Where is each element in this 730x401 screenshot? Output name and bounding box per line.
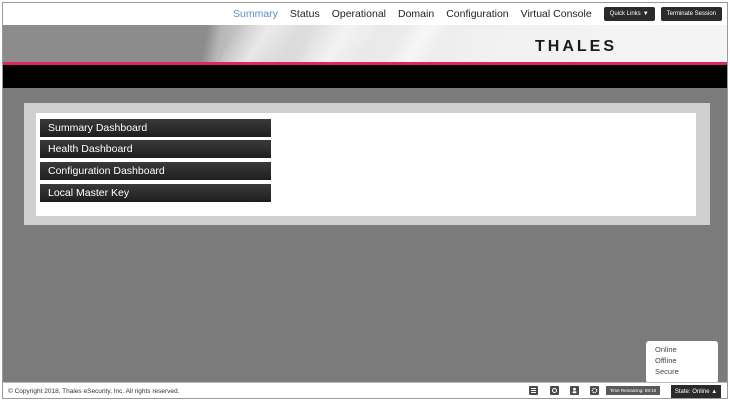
dashboard-menu: Summary Dashboard Health Dashboard Confi… xyxy=(36,113,696,216)
state-option-offline[interactable]: Offline xyxy=(655,355,718,366)
health-dashboard-button[interactable]: Health Dashboard xyxy=(40,140,271,158)
state-option-secure[interactable]: Secure xyxy=(655,366,718,377)
banner-streak xyxy=(389,25,447,62)
nav-summary[interactable]: Summary xyxy=(233,8,278,20)
state-option-online[interactable]: Online xyxy=(655,344,718,355)
footer: © Copyright 2018, Thales eSecurity, Inc.… xyxy=(3,382,727,398)
local-master-key-button[interactable]: Local Master Key xyxy=(40,184,271,202)
nav-operational[interactable]: Operational xyxy=(332,8,386,20)
thales-logo: THALES xyxy=(535,38,617,55)
nav-status[interactable]: Status xyxy=(290,8,320,20)
summary-dashboard-button[interactable]: Summary Dashboard xyxy=(40,119,271,137)
state-dropdown-menu: Online Offline Secure xyxy=(646,341,718,383)
configuration-dashboard-button[interactable]: Configuration Dashboard xyxy=(40,162,271,180)
disk-icon[interactable] xyxy=(550,386,559,395)
quick-links-button[interactable]: Quick Links ▼ xyxy=(603,7,655,21)
content-panel: Summary Dashboard Health Dashboard Confi… xyxy=(24,103,710,225)
user-icon[interactable] xyxy=(570,386,579,395)
chevron-down-icon: ▼ xyxy=(642,11,649,17)
chevron-up-icon: ▲ xyxy=(711,389,718,395)
header-banner: THALES xyxy=(3,25,727,62)
copyright-text: © Copyright 2018, Thales eSecurity, Inc.… xyxy=(8,388,180,395)
session-time-remaining: Time Remaining: 59:15 xyxy=(606,386,660,395)
state-button-label: State: Online xyxy=(674,389,710,395)
settings-icon[interactable] xyxy=(590,386,599,395)
nav-virtual-console[interactable]: Virtual Console xyxy=(521,8,592,20)
top-navigation: Summary Status Operational Domain Config… xyxy=(3,3,727,25)
banner-streak xyxy=(219,25,297,62)
header-black-bar xyxy=(3,65,727,88)
terminate-session-button[interactable]: Terminate Session xyxy=(660,7,722,21)
state-button[interactable]: State: Online ▲ xyxy=(671,385,721,398)
list-icon[interactable] xyxy=(529,386,538,395)
nav-domain[interactable]: Domain xyxy=(398,8,434,20)
banner-streak xyxy=(299,25,377,62)
nav-configuration[interactable]: Configuration xyxy=(446,8,508,20)
app-frame: Summary Status Operational Domain Config… xyxy=(2,2,728,399)
quick-links-label: Quick Links xyxy=(609,11,641,17)
